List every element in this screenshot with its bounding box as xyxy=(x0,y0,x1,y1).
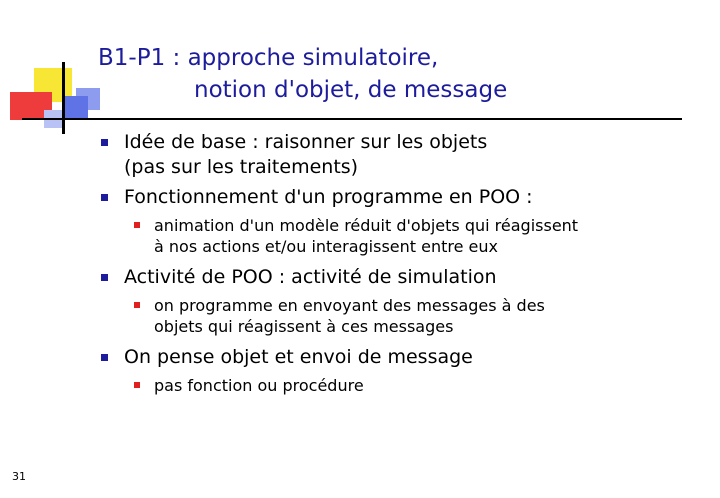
square-bullet-icon xyxy=(101,139,108,146)
bullet-text: On pense objet et envoi de message xyxy=(124,346,473,368)
logo-vertical-line xyxy=(62,62,65,134)
sub-bullet-text: pas fonction ou procédure xyxy=(154,376,364,395)
title-line-2: notion d'objet, de message xyxy=(194,77,508,103)
title-line-1: B1-P1 : approche simulatoire, xyxy=(98,45,439,71)
bullet-item: On pense objet et envoi de message xyxy=(100,345,710,370)
sub-bullet-text: animation d'un modèle réduit d'objets qu… xyxy=(154,216,579,235)
sub-bullet-text: objets qui réagissent à ces messages xyxy=(154,317,454,336)
sub-bullet-item: on programme en envoyant des messages à … xyxy=(100,295,710,337)
sub-bullet-text: on programme en envoyant des messages à … xyxy=(154,296,545,315)
bullet-text: Fonctionnement d'un programme en POO : xyxy=(124,186,533,208)
slide: B1-P1 : approche simulatoire, notion d'o… xyxy=(0,0,720,498)
square-bullet-icon xyxy=(101,354,108,361)
red-square-bullet-icon xyxy=(134,382,140,388)
bullet-text: Activité de POO : activité de simulation xyxy=(124,266,497,288)
bullet-item: Activité de POO : activité de simulation xyxy=(100,265,710,290)
square-bullet-icon xyxy=(101,194,108,201)
sub-bullet-item: animation d'un modèle réduit d'objets qu… xyxy=(100,215,710,257)
red-square-bullet-icon xyxy=(134,222,140,228)
sub-bullet-item: pas fonction ou procédure xyxy=(100,375,710,396)
title-divider xyxy=(22,118,682,120)
bullet-item: Fonctionnement d'un programme en POO : xyxy=(100,185,710,210)
bullet-text: Idée de base : raisonner sur les objets xyxy=(124,131,488,153)
red-square-bullet-icon xyxy=(134,302,140,308)
sub-bullet-text: à nos actions et/ou interagissent entre … xyxy=(154,237,499,256)
bullet-item: Idée de base : raisonner sur les objets … xyxy=(100,130,710,180)
bullet-text: (pas sur les traitements) xyxy=(124,156,359,178)
bullet-list: Idée de base : raisonner sur les objets … xyxy=(100,130,710,404)
logo-blue-square xyxy=(62,96,88,120)
slide-title: B1-P1 : approche simulatoire, notion d'o… xyxy=(98,42,507,106)
page-number: 31 xyxy=(12,470,26,483)
square-bullet-icon xyxy=(101,274,108,281)
